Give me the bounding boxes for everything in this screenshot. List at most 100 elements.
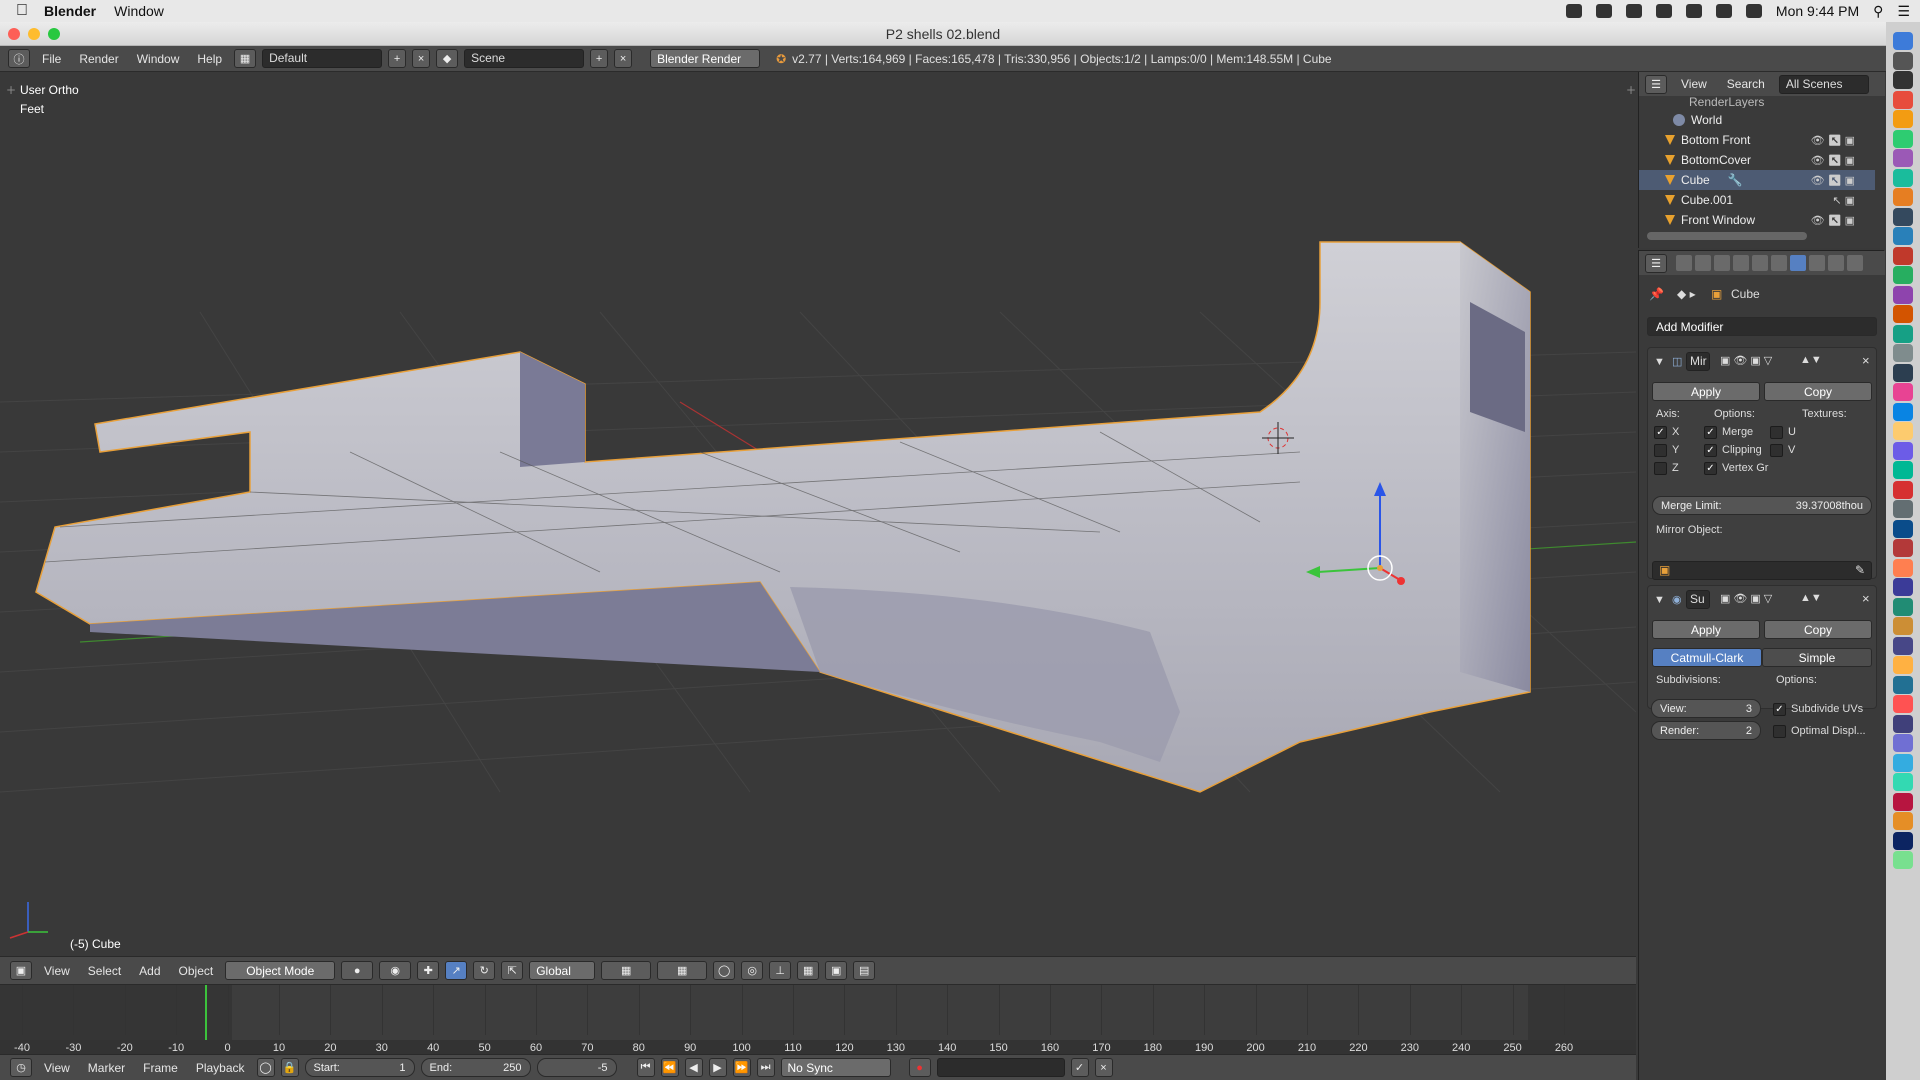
subsurf-copy-button[interactable]: Copy	[1764, 620, 1872, 639]
timeline-menu-frame[interactable]: Frame	[137, 1061, 184, 1075]
menu-render[interactable]: Render	[73, 52, 124, 66]
properties.mirror.textures-v-checkbox[interactable]	[1770, 444, 1783, 457]
catmull-clark-button[interactable]: Catmull-Clark	[1652, 648, 1762, 667]
cube-mesh[interactable]	[35, 241, 1531, 793]
notifications-icon[interactable]: ☰	[1897, 3, 1910, 20]
current-frame-marker[interactable]	[205, 985, 207, 1040]
scene-field[interactable]: Scene	[464, 49, 585, 68]
dock-app-icon[interactable]	[1893, 207, 1913, 226]
orientation-select[interactable]: Global	[529, 961, 596, 980]
timeline-menu-view[interactable]: View	[38, 1061, 76, 1075]
outliner-row-world[interactable]: World	[1639, 110, 1875, 130]
render-icon[interactable]: ▣	[825, 961, 848, 980]
outliner-editor-icon[interactable]: ☰	[1645, 74, 1667, 94]
viewport-canvas[interactable]: + +	[0, 72, 1636, 956]
menu-select[interactable]: Select	[82, 964, 127, 978]
dock-app-icon[interactable]	[1893, 285, 1913, 304]
cloud-icon[interactable]	[1565, 4, 1582, 18]
shading-icon[interactable]: ●	[341, 961, 374, 980]
mirror-name-field[interactable]: Mir	[1686, 352, 1710, 371]
modifiers-tab-icon[interactable]	[1790, 255, 1806, 271]
dock-app-icon[interactable]	[1893, 149, 1913, 167]
snap-target-icon[interactable]: ▦	[797, 961, 820, 980]
dock-app-icon[interactable]	[1893, 617, 1913, 635]
current-frame-field[interactable]: -5	[536, 1058, 617, 1077]
outliner-menu-view[interactable]: View	[1675, 77, 1713, 91]
pin-icon[interactable]: 📌	[1649, 287, 1664, 301]
add-modifier-select[interactable]: Add Modifier	[1647, 317, 1877, 336]
outliner-row-cube[interactable]: Cube 🔧 👁 ↖ ▣	[1639, 170, 1875, 190]
dock-app-icon[interactable]	[1893, 636, 1913, 655]
scale-icon[interactable]: ⇱	[501, 961, 524, 980]
visibility-icon[interactable]: 👁 ↖ ▣	[1811, 154, 1855, 167]
scene-layers-icon[interactable]: ▦	[601, 961, 652, 980]
subsurf-move-icon[interactable]: ▲▼	[1800, 592, 1822, 604]
render-engine-select[interactable]: Blender Render	[650, 49, 761, 68]
layout-icon[interactable]: ▦	[234, 49, 257, 68]
remove-layout-icon[interactable]: ×	[412, 49, 431, 68]
outliner-row-bottom-front[interactable]: Bottom Front 👁 ↖ ▣	[1639, 130, 1875, 150]
dock-app-icon[interactable]	[1893, 675, 1913, 694]
dock-app-icon[interactable]	[1893, 851, 1913, 869]
render-levels-field[interactable]: Render: 2	[1651, 721, 1761, 740]
dock-app-icon[interactable]	[1893, 32, 1913, 50]
properties.mirror.axis-x-checkbox[interactable]: ✓	[1654, 426, 1667, 439]
dock-app-icon[interactable]	[1893, 558, 1913, 577]
drive-icon[interactable]	[1625, 4, 1642, 18]
dock-app-icon[interactable]	[1893, 110, 1913, 128]
bluetooth-icon[interactable]	[1685, 4, 1702, 18]
dock-app-icon[interactable]	[1893, 168, 1913, 187]
mode-select[interactable]: Object Mode	[225, 961, 336, 980]
dock-app-icon[interactable]	[1893, 129, 1913, 148]
subsurf-name-field[interactable]: Su	[1686, 590, 1710, 609]
manipulator-toggle-icon[interactable]: ✚	[417, 961, 440, 980]
proportional-edit-icon[interactable]: ◎	[741, 961, 764, 980]
menu-window[interactable]: Window	[131, 52, 186, 66]
subdivide-uvs-checkbox[interactable]: ✓	[1773, 703, 1786, 716]
add-region-icon[interactable]: +	[1626, 83, 1636, 97]
visibility-icon[interactable]: 👁 ↖ ▣	[1811, 174, 1855, 187]
mirror-object-field[interactable]: ▣ ✎	[1652, 561, 1872, 580]
jump-start-icon[interactable]: ⏮	[636, 1058, 655, 1077]
data-tab-icon[interactable]	[1809, 255, 1825, 271]
menu-view[interactable]: View	[38, 964, 76, 978]
object-tab-icon[interactable]	[1752, 255, 1768, 271]
dock-app-icon[interactable]	[1893, 324, 1913, 343]
simple-button[interactable]: Simple	[1762, 648, 1872, 667]
play-reverse-icon[interactable]: ◀	[684, 1058, 703, 1077]
end-frame-field[interactable]: End: 250	[420, 1058, 531, 1077]
visibility-icon[interactable]: ↖ ▣	[1832, 194, 1855, 207]
dock-app-icon[interactable]	[1893, 578, 1913, 596]
properties.mirror.options-vertex-gr-checkbox[interactable]: ✓	[1704, 462, 1717, 475]
wifi-icon[interactable]	[1715, 4, 1732, 18]
timeline-editor-icon[interactable]: ◷	[10, 1058, 32, 1077]
properties.mirror.axis-y-checkbox[interactable]	[1654, 444, 1667, 457]
delete-keyframe-icon[interactable]: ×	[1094, 1058, 1113, 1077]
dock-app-icon[interactable]	[1893, 656, 1913, 674]
outliner-row-front-window[interactable]: Front Window 👁 ↖ ▣	[1639, 210, 1875, 230]
dock-app-icon[interactable]	[1893, 305, 1913, 323]
properties.mirror.textures-u-checkbox[interactable]	[1770, 426, 1783, 439]
outliner-row-cube-001[interactable]: Cube.001 ↖ ▣	[1639, 190, 1875, 210]
dock-app-icon[interactable]	[1893, 227, 1913, 245]
mirror-move-icon[interactable]: ▲▼	[1800, 354, 1822, 366]
visibility-icon[interactable]: 👁 ↖ ▣	[1811, 214, 1855, 227]
dock-app-icon[interactable]	[1893, 51, 1913, 70]
next-keyframe-icon[interactable]: ⏩	[732, 1058, 751, 1077]
close-window-icon[interactable]	[8, 28, 20, 40]
layer-lock-icon[interactable]: ◯	[713, 961, 736, 980]
layout-field[interactable]: Default	[262, 49, 383, 68]
outliner-scope-select[interactable]: All Scenes	[1778, 74, 1869, 94]
dock-app-icon[interactable]	[1893, 831, 1913, 850]
subsurf-apply-button[interactable]: Apply	[1652, 620, 1760, 639]
dock-app-icon[interactable]	[1893, 246, 1913, 265]
insert-keyframe-icon[interactable]: ✓	[1070, 1058, 1089, 1077]
prev-keyframe-icon[interactable]: ⏪	[660, 1058, 679, 1077]
dock-app-icon[interactable]	[1893, 363, 1913, 382]
3d-viewport[interactable]: + +	[0, 72, 1636, 956]
constraints-tab-icon[interactable]	[1771, 255, 1787, 271]
3d-view-editor-icon[interactable]: ▣	[10, 961, 32, 980]
lock-range-icon[interactable]: 🔒	[280, 1058, 299, 1077]
dock-app-icon[interactable]	[1893, 519, 1913, 538]
timemachine-icon[interactable]	[1655, 4, 1672, 18]
